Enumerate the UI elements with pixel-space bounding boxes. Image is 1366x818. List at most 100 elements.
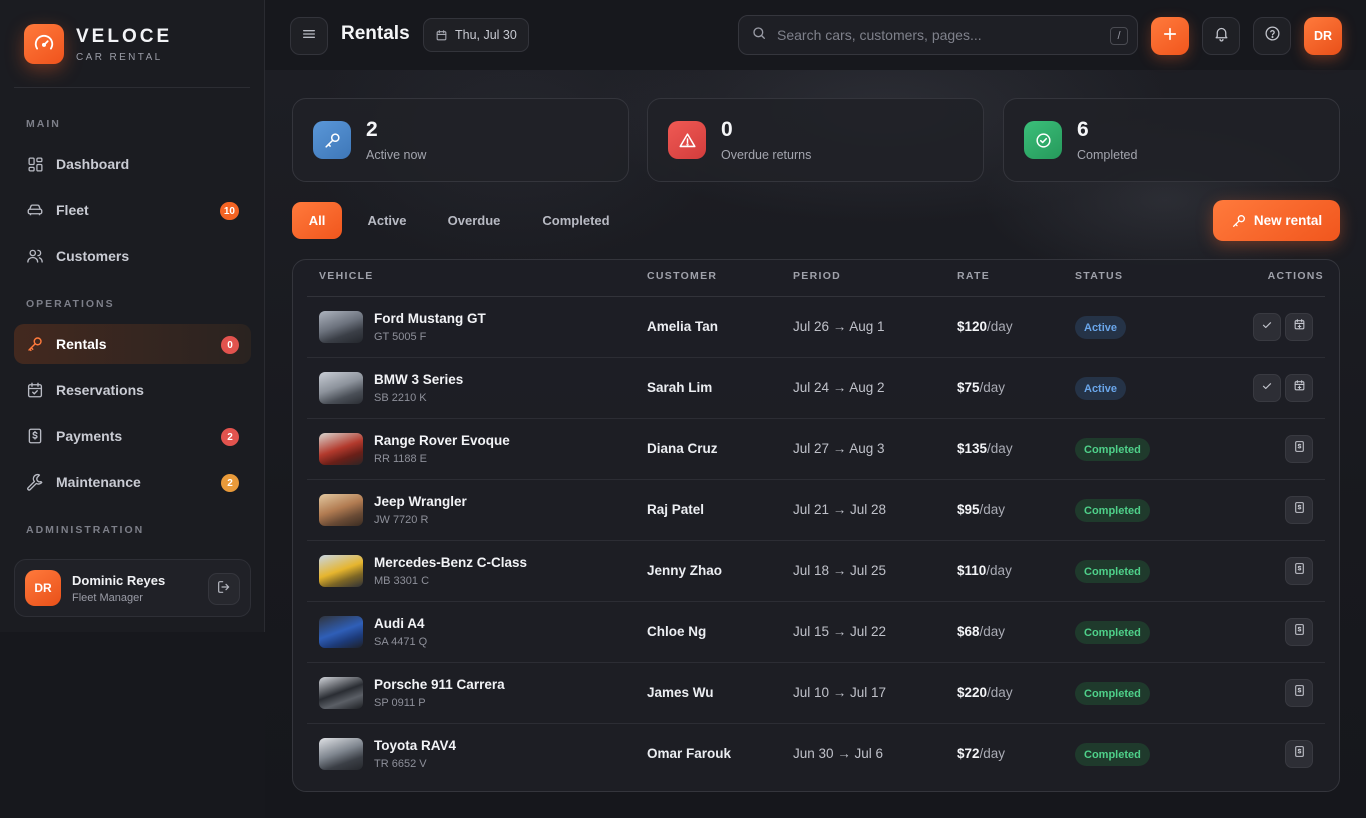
receipt-icon: [1293, 623, 1306, 641]
stat-card-overdue[interactable]: 0 Overdue returns: [647, 98, 984, 182]
invoice-button[interactable]: [1285, 435, 1313, 463]
column-header-period[interactable]: PERIOD: [793, 270, 841, 282]
filter-tab-overdue[interactable]: Overdue: [434, 202, 514, 239]
key-icon: [313, 121, 351, 159]
stat-label: Active now: [366, 148, 427, 162]
vehicle-plate: GT 5005 F: [374, 331, 427, 343]
vehicle-name[interactable]: Range Rover Evoque: [374, 433, 510, 448]
sidebar-item-rentals[interactable]: Rentals 0: [14, 324, 251, 364]
help-button[interactable]: [1253, 17, 1291, 55]
column-header-vehicle[interactable]: VEHICLE: [319, 270, 374, 282]
customer-name[interactable]: Omar Farouk: [647, 746, 731, 761]
customer-name[interactable]: Amelia Tan: [647, 319, 718, 334]
vehicle-name[interactable]: BMW 3 Series: [374, 372, 463, 387]
date-chip[interactable]: Thu, Jul 30: [423, 18, 529, 52]
rental-period: Jul 24 → Aug 2: [793, 380, 885, 395]
table-row[interactable]: Jeep Wrangler JW 7720 R Raj Patel Jul 21 → …: [307, 480, 1325, 541]
stat-label: Completed: [1077, 148, 1138, 162]
status-badge: Completed: [1075, 438, 1150, 461]
user-card[interactable]: DR Dominic Reyes Fleet Manager: [14, 559, 251, 617]
calendar-icon: [435, 29, 448, 42]
invoice-button[interactable]: [1285, 557, 1313, 585]
customer-name[interactable]: Jenny Zhao: [647, 563, 722, 578]
vehicle-name[interactable]: Jeep Wrangler: [374, 494, 467, 509]
invoice-button[interactable]: [1285, 496, 1313, 524]
status-badge: Completed: [1075, 560, 1150, 583]
rate-suffix: /day: [979, 624, 1006, 639]
sidebar-item-reservations[interactable]: Reservations: [14, 370, 251, 410]
column-header-customer[interactable]: CUSTOMER: [647, 270, 717, 282]
invoice-button[interactable]: [1285, 740, 1313, 768]
daily-rate: $220/day: [957, 685, 1013, 700]
sidebar-item-label: Dashboard: [56, 156, 130, 172]
calendar-plus-icon: [1293, 379, 1306, 397]
table-row[interactable]: Range Rover Evoque RR 1188 E Diana Cruz Jul…: [307, 419, 1325, 480]
vehicle-plate: RR 1188 E: [374, 453, 427, 465]
invoice-button[interactable]: [1285, 679, 1313, 707]
logout-button[interactable]: [208, 573, 240, 605]
search-input[interactable]: [777, 27, 1097, 43]
filter-tab-completed[interactable]: Completed: [528, 202, 624, 239]
table-row[interactable]: BMW 3 Series SB 2210 K Sarah Lim Jul 24 → A…: [307, 358, 1325, 419]
extend-rental-button[interactable]: [1285, 313, 1313, 341]
customer-name[interactable]: Raj Patel: [647, 502, 704, 517]
daily-rate: $72/day: [957, 746, 1005, 761]
customer-name[interactable]: Diana Cruz: [647, 441, 718, 456]
column-header-rate[interactable]: RATE: [957, 270, 990, 282]
customer-name[interactable]: James Wu: [647, 685, 714, 700]
calendar-check-icon: [26, 381, 44, 399]
vehicle-thumbnail: [319, 494, 363, 526]
vehicle-thumbnail: [319, 616, 363, 648]
stat-card-completed[interactable]: 6 Completed: [1003, 98, 1340, 182]
status-badge: Active: [1075, 316, 1127, 339]
new-rental-button[interactable]: New rental: [1213, 200, 1340, 241]
search-shortcut-key: /: [1110, 27, 1128, 45]
table-row[interactable]: Mercedes-Benz C-Class MB 3301 C Jenny Zhao…: [307, 541, 1325, 602]
brand[interactable]: VELOCE CAR RENTAL: [24, 24, 172, 64]
customer-name[interactable]: Sarah Lim: [647, 380, 712, 395]
rentals-badge: 0: [221, 336, 239, 354]
vehicle-name[interactable]: Toyota RAV4: [374, 738, 456, 753]
rate-suffix: /day: [979, 380, 1006, 395]
complete-rental-button[interactable]: [1253, 374, 1281, 402]
search-icon: [751, 25, 767, 46]
sidebar-item-dashboard[interactable]: Dashboard: [14, 144, 251, 184]
complete-rental-button[interactable]: [1253, 313, 1281, 341]
vehicle-name[interactable]: Audi A4: [374, 616, 425, 631]
status-badge: Completed: [1075, 499, 1150, 522]
sidebar-item-label: Rentals: [56, 336, 107, 352]
sidebar-item-maintenance[interactable]: Maintenance 2: [14, 462, 251, 502]
search-box[interactable]: /: [738, 15, 1138, 55]
menu-button[interactable]: [290, 17, 328, 55]
vehicle-name[interactable]: Mercedes-Benz C-Class: [374, 555, 527, 570]
filter-tab-active[interactable]: Active: [352, 202, 422, 239]
column-header-status[interactable]: STATUS: [1075, 270, 1123, 282]
extend-rental-button[interactable]: [1285, 374, 1313, 402]
filter-tab-all[interactable]: All: [292, 202, 342, 239]
table-row[interactable]: Porsche 911 Carrera SP 0911 P James Wu Jul …: [307, 663, 1325, 724]
add-button[interactable]: [1151, 17, 1189, 55]
sidebar-item-customers[interactable]: Customers: [14, 236, 251, 276]
rate-value: $135: [957, 441, 988, 456]
sidebar-item-fleet[interactable]: Fleet 10: [14, 190, 251, 230]
invoice-button[interactable]: [1285, 618, 1313, 646]
daily-rate: $68/day: [957, 624, 1005, 639]
table-row[interactable]: Toyota RAV4 TR 6652 V Omar Farouk Jun 30 → …: [307, 724, 1325, 785]
stat-card-active[interactable]: 2 Active now: [292, 98, 629, 182]
vehicle-name[interactable]: Porsche 911 Carrera: [374, 677, 505, 692]
sidebar-item-label: Reservations: [56, 382, 144, 398]
table-row[interactable]: Ford Mustang GT GT 5005 F Amelia Tan Jul 26…: [307, 297, 1325, 358]
payments-badge: 2: [221, 428, 239, 446]
customer-name[interactable]: Chloe Ng: [647, 624, 706, 639]
vehicle-name[interactable]: Ford Mustang GT: [374, 311, 486, 326]
rate-suffix: /day: [979, 746, 1006, 761]
sidebar-item-payments[interactable]: Payments 2: [14, 416, 251, 456]
section-label-main: MAIN: [26, 118, 61, 130]
table-row[interactable]: Audi A4 SA 4471 Q Chloe Ng Jul 15 → Jul 22 $…: [307, 602, 1325, 663]
rental-period: Jul 18 → Jul 25: [793, 563, 887, 578]
avatar[interactable]: DR: [1304, 17, 1342, 55]
notifications-button[interactable]: [1202, 17, 1240, 55]
receipt-icon: [1293, 501, 1306, 519]
stat-value: 0: [721, 118, 733, 141]
topbar: Rentals Thu, Jul 30 / DR: [266, 0, 1366, 72]
